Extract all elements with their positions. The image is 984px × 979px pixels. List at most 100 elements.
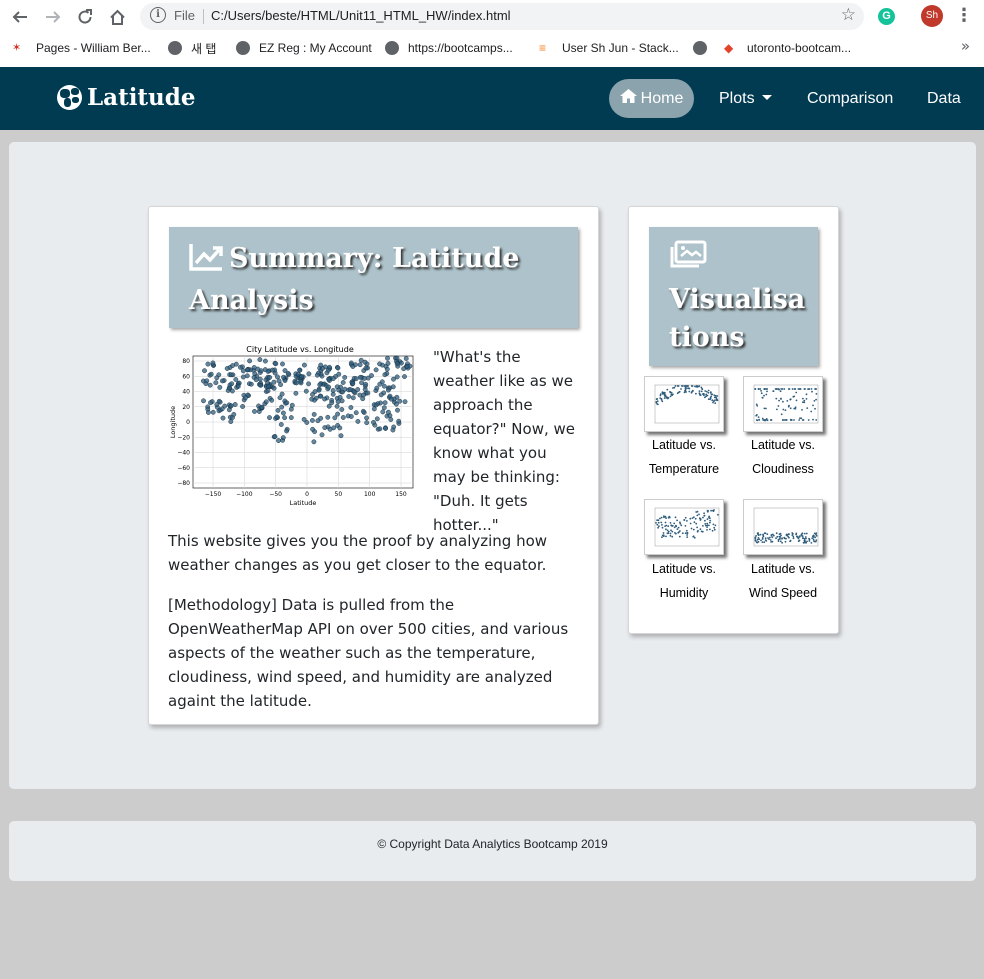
thumb-point xyxy=(709,528,711,531)
thumb-cloudiness[interactable] xyxy=(743,376,823,432)
thumb-temperature[interactable] xyxy=(644,376,724,432)
arrow-left-icon[interactable] xyxy=(8,5,32,29)
thumb-point xyxy=(692,528,695,531)
thumb-point xyxy=(708,516,710,519)
scatter-point xyxy=(403,356,409,361)
scatter-point xyxy=(318,362,324,368)
scatter-point xyxy=(257,357,263,363)
brand-link[interactable]: Latitude xyxy=(57,84,196,111)
thumb-point xyxy=(677,385,680,387)
thumb-point xyxy=(788,404,790,407)
scatter-point xyxy=(279,404,285,410)
thumb-point xyxy=(703,512,705,515)
thumb-point xyxy=(754,388,756,390)
info-icon[interactable]: i xyxy=(150,7,166,23)
thumb-point xyxy=(707,391,710,394)
plot-ytick: −40 xyxy=(177,450,190,457)
arrow-right-icon[interactable] xyxy=(41,5,65,29)
thumb-point xyxy=(761,537,764,539)
bookmark-item[interactable]: ≡ User Sh Jun - Stack... xyxy=(539,39,679,57)
scatter-point xyxy=(293,390,299,396)
thumb-point xyxy=(713,400,715,403)
thumb-point xyxy=(709,391,712,394)
bookmark-item[interactable]: https://bootcamps... xyxy=(385,39,513,57)
thumb-point xyxy=(674,516,677,519)
bookmark-item[interactable] xyxy=(693,39,716,57)
scatter-point xyxy=(374,416,380,422)
thumb-point xyxy=(705,390,708,393)
profile-avatar[interactable]: Sh xyxy=(921,5,943,27)
scatter-point xyxy=(245,367,250,373)
thumb-point xyxy=(795,391,798,394)
thumb-point xyxy=(713,526,716,529)
scatter-point xyxy=(332,415,338,421)
scatter-point xyxy=(361,392,367,398)
bookmark-label: 새 탭 xyxy=(191,41,217,56)
bookmark-item[interactable]: ◆ utoronto-bootcam... xyxy=(724,39,851,57)
scatter-point xyxy=(253,377,259,383)
nav-home[interactable]: Home xyxy=(609,79,694,118)
nav-comparison[interactable]: Comparison xyxy=(807,79,893,118)
latitude-longitude-plot[interactable]: City Latitude vs. Longitude 80 60 40 20 0 −20… xyxy=(169,343,416,507)
thumb-point xyxy=(811,390,813,393)
nav-data[interactable]: Data xyxy=(927,79,961,118)
scatter-point xyxy=(395,407,400,413)
scatter-point xyxy=(322,396,328,402)
grammarly-extension-icon[interactable]: G xyxy=(878,8,895,25)
url-text[interactable]: C:/Users/beste/HTML/Unit11_HTML_HW/index… xyxy=(211,8,511,23)
thumb-point xyxy=(683,519,685,521)
thumb-point xyxy=(766,533,769,535)
bookmark-item[interactable]: ✶ Pages - William Ber... xyxy=(12,39,151,57)
thumb-point xyxy=(704,523,707,525)
bookmark-item[interactable]: EZ Reg : My Account xyxy=(236,39,372,57)
thumb-humidity-label: Latitude vs. Humidity xyxy=(652,562,716,600)
scatter-point xyxy=(233,377,239,382)
thumb-point xyxy=(702,525,704,527)
thumb-point xyxy=(815,393,818,395)
scatter-point xyxy=(224,366,230,371)
bookmark-star-icon[interactable]: ☆ xyxy=(841,5,856,25)
thumb-point xyxy=(770,419,773,421)
thumb-point xyxy=(712,523,715,526)
scatter-point xyxy=(380,409,386,415)
thumb-point xyxy=(660,516,663,519)
thumb-point xyxy=(757,388,760,390)
reload-icon[interactable] xyxy=(73,5,97,29)
thumb-point xyxy=(771,536,774,539)
scatter-point xyxy=(238,364,243,370)
visualisations-title-text: Visualisations xyxy=(669,284,806,353)
bookmark-label: EZ Reg : My Account xyxy=(259,41,372,55)
scatter-point xyxy=(335,365,341,371)
thumb-point xyxy=(788,533,790,536)
scatter-point xyxy=(220,378,225,384)
more-bookmarks-icon[interactable]: » xyxy=(961,37,970,55)
thumb-point xyxy=(706,526,708,528)
browser-menu-icon[interactable]: ⋮ xyxy=(955,4,973,28)
thumb-humidity[interactable] xyxy=(644,499,724,555)
thumb-point xyxy=(685,385,687,387)
thumb-point xyxy=(678,535,681,538)
scatter-point xyxy=(205,361,211,367)
thumb-point xyxy=(769,539,772,541)
thumb-point xyxy=(669,395,672,398)
thumb-point xyxy=(679,530,681,532)
thumb-point xyxy=(763,394,765,397)
thumb-point xyxy=(777,405,780,407)
scatter-point xyxy=(265,368,271,374)
nav-home-label: Home xyxy=(640,90,684,107)
favicon-icon: ✶ xyxy=(12,42,22,54)
home-icon xyxy=(619,79,637,118)
thumb-point xyxy=(671,535,674,538)
scatter-point xyxy=(318,393,324,399)
home-browser-icon[interactable] xyxy=(105,5,129,29)
thumb-point xyxy=(661,524,663,526)
scatter-point xyxy=(214,375,220,381)
scatter-point xyxy=(232,402,238,407)
thumb-point xyxy=(698,385,701,387)
nav-plots-dropdown[interactable]: Plots xyxy=(719,79,772,118)
bookmark-item[interactable]: 새 탭 xyxy=(168,39,216,57)
thumb-point xyxy=(785,534,788,537)
plot-xtick: 100 xyxy=(364,491,376,498)
thumb-wind-speed[interactable] xyxy=(743,499,823,555)
address-bar[interactable]: i File C:/Users/beste/HTML/Unit11_HTML_H… xyxy=(140,3,864,30)
